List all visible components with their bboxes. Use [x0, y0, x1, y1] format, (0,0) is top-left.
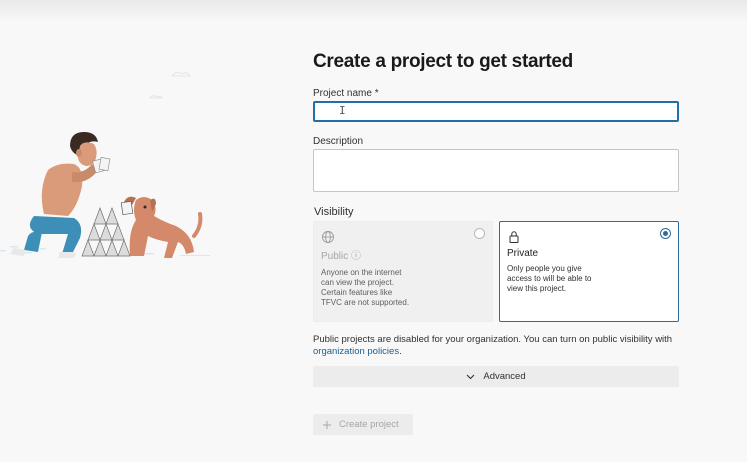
visibility-option-private[interactable]: Private Only people you give access to w…	[499, 221, 679, 322]
project-name-label: Project name *	[313, 88, 379, 99]
description-label: Description	[313, 136, 364, 147]
text-cursor-icon: I	[339, 104, 346, 117]
visibility-label: Visibility	[314, 206, 354, 218]
notice-text: Public projects are disabled for your or…	[313, 334, 673, 345]
public-radio[interactable]	[474, 228, 485, 239]
project-name-input[interactable]: I	[313, 101, 679, 122]
private-description: Only people you give access to will be a…	[507, 264, 592, 293]
organization-policies-link[interactable]: organization policies	[313, 346, 399, 357]
create-project-button[interactable]: Create project	[313, 414, 413, 435]
visibility-option-public[interactable]: Public ⓘ Anyone on the internet can view…	[313, 221, 493, 322]
plus-icon	[323, 420, 331, 429]
public-title: Public ⓘ	[321, 251, 362, 262]
page-title: Create a project to get started	[313, 51, 573, 72]
card-house-illustration	[0, 71, 210, 258]
advanced-label: Advanced	[483, 371, 526, 382]
public-description: Anyone on the internet can view the proj…	[321, 268, 410, 307]
private-title: Private	[507, 248, 539, 259]
private-radio[interactable]	[660, 228, 671, 239]
description-textarea[interactable]	[313, 149, 679, 192]
chevron-down-icon	[466, 374, 475, 379]
globe-icon	[322, 231, 334, 243]
create-project-label: Create project	[339, 419, 399, 430]
advanced-toggle[interactable]: Advanced	[313, 366, 679, 387]
visibility-notice: Public projects are disabled for your or…	[313, 334, 683, 358]
notice-suffix: .	[399, 346, 402, 357]
lock-icon	[509, 231, 519, 243]
top-shade	[0, 0, 747, 22]
